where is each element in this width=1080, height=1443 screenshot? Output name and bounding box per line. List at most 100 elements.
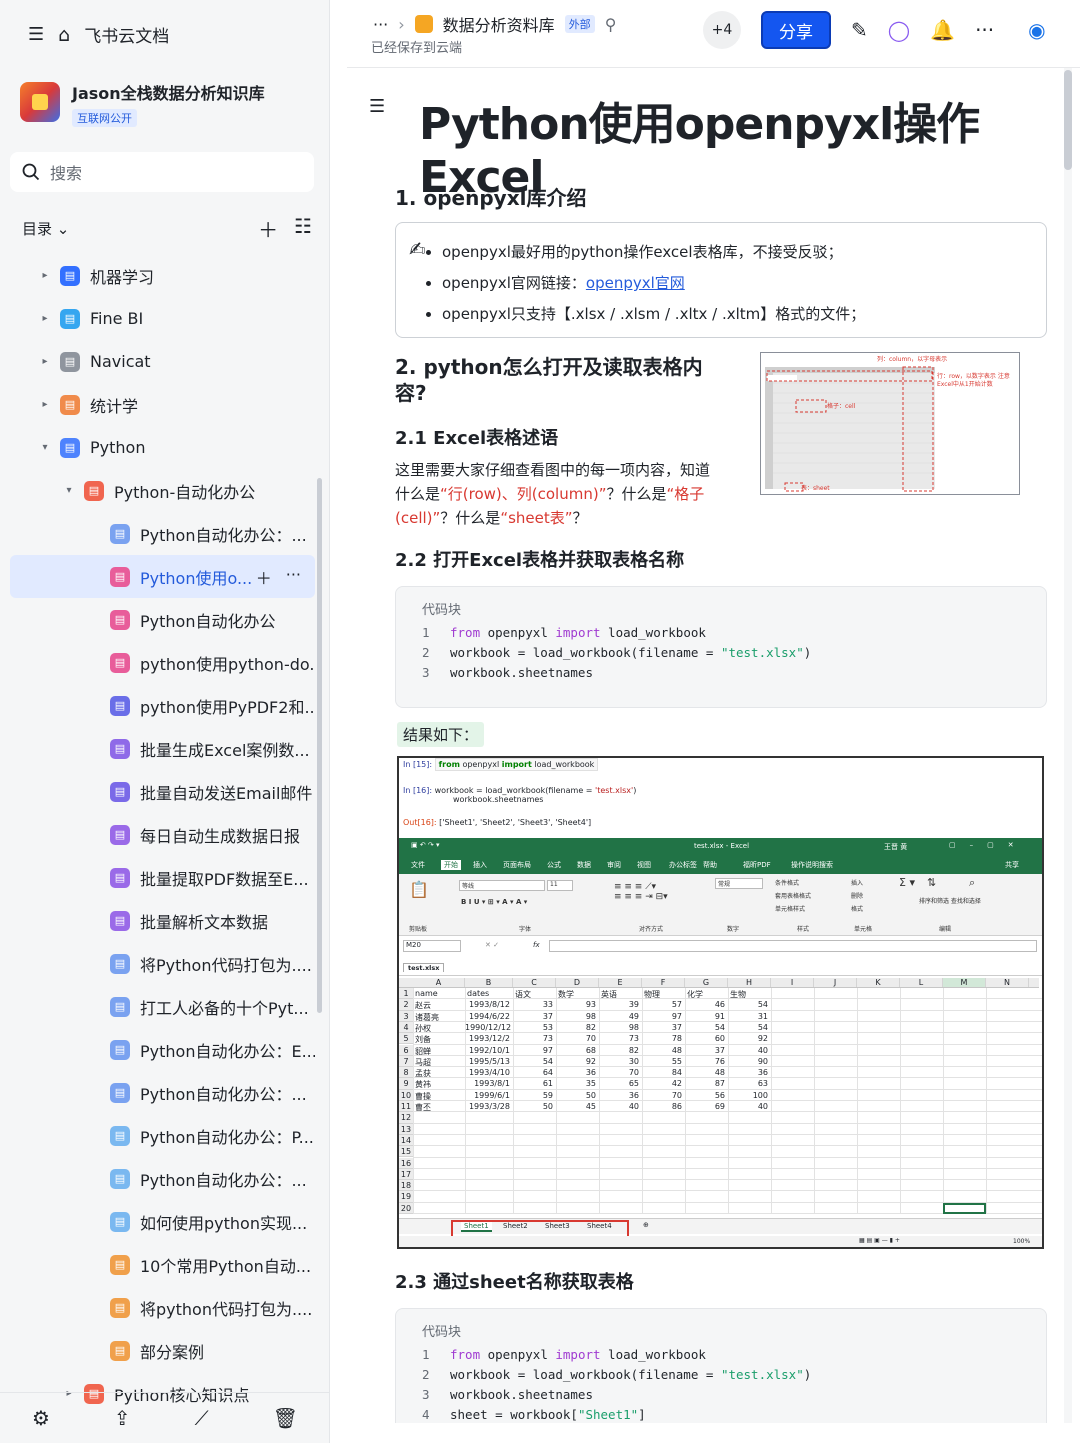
sheet-tab[interactable]: Sheet4 xyxy=(587,1222,612,1230)
excel-menu-item[interactable]: 插入 xyxy=(473,860,487,870)
tree-item[interactable]: ▤ 如何使用python实现... xyxy=(10,1200,315,1243)
data-cell[interactable]: 1993/8/12 xyxy=(465,1000,510,1009)
data-cell[interactable]: 92 xyxy=(556,1057,596,1066)
formula-input[interactable] xyxy=(549,940,1037,952)
data-cell[interactable]: 1995/5/13 xyxy=(465,1057,510,1066)
header-cell[interactable]: 数学 xyxy=(558,989,574,1000)
tree-item[interactable]: ▤ Python自动化办公：... xyxy=(10,512,315,555)
data-cell[interactable]: 65 xyxy=(599,1079,639,1088)
tree-item[interactable]: ▸ ▤ 统计学 xyxy=(10,383,315,426)
find-icon[interactable]: ⌕ xyxy=(969,876,975,890)
data-cell[interactable]: 54 xyxy=(728,1023,768,1032)
expand-arrow-icon[interactable]: ▾ xyxy=(38,442,52,453)
expand-arrow-icon[interactable]: ▾ xyxy=(62,485,76,496)
font-name-select[interactable]: 等线 xyxy=(459,880,545,891)
style-button[interactable]: 单元格样式 xyxy=(775,904,805,913)
collapse-arrow-icon[interactable]: ▸ xyxy=(38,356,52,367)
row-header[interactable]: 4 xyxy=(399,1021,413,1034)
data-cell[interactable]: 孟获 xyxy=(415,1068,431,1079)
row-header[interactable]: 2 xyxy=(399,999,413,1011)
excel-menu-item[interactable]: 公式 xyxy=(547,860,561,870)
avatar[interactable]: ◉ xyxy=(1028,18,1045,42)
row-header[interactable]: 14 xyxy=(399,1134,413,1147)
data-cell[interactable]: 63 xyxy=(728,1079,768,1088)
data-cell[interactable]: 55 xyxy=(642,1057,682,1066)
more-breadcrumb-button[interactable]: ··· xyxy=(373,15,388,34)
formula-cancel-icon[interactable]: ✕ ✓ xyxy=(485,941,499,949)
data-cell[interactable]: 82 xyxy=(599,1046,639,1055)
add-icon[interactable]: ＋ xyxy=(258,214,278,243)
sidebar-scrollbar[interactable] xyxy=(317,478,322,1013)
data-cell[interactable]: 100 xyxy=(728,1091,768,1100)
tree-item[interactable]: ▤ 批量自动发送Email邮件 xyxy=(10,770,315,813)
header-cell[interactable]: 生物 xyxy=(730,989,746,1000)
data-cell[interactable]: 36 xyxy=(556,1068,596,1077)
edit-icon[interactable]: ✎ xyxy=(851,18,868,42)
data-cell[interactable]: 37 xyxy=(642,1023,682,1032)
collapse-sidebar-icon[interactable]: ☰ xyxy=(28,24,44,45)
tree-item[interactable]: ▤ Python自动化办公：... xyxy=(10,1157,315,1200)
doc-scroll-thumb[interactable] xyxy=(1064,70,1072,170)
data-cell[interactable]: 60 xyxy=(685,1034,725,1043)
excel-menu-item[interactable]: 福昕PDF xyxy=(743,860,771,870)
pin-icon[interactable]: ⚲ xyxy=(605,15,617,34)
sum-icon[interactable]: Σ ▾ xyxy=(899,876,915,889)
column-header[interactable]: I xyxy=(771,978,814,987)
excel-menu-item[interactable]: 页面布局 xyxy=(503,860,531,870)
data-cell[interactable]: 69 xyxy=(685,1102,725,1111)
data-cell[interactable]: 70 xyxy=(556,1034,596,1043)
column-header[interactable]: A xyxy=(413,978,465,987)
number-format-select[interactable]: 常规 xyxy=(715,878,763,889)
excel-menu-item[interactable]: 帮助 xyxy=(703,860,717,870)
data-cell[interactable]: 45 xyxy=(556,1102,596,1111)
column-header[interactable]: B xyxy=(465,978,513,987)
data-cell[interactable]: 50 xyxy=(556,1091,596,1100)
data-cell[interactable]: 1992/10/1 xyxy=(465,1046,510,1055)
row-header[interactable]: 15 xyxy=(399,1146,413,1158)
data-cell[interactable]: 87 xyxy=(685,1079,725,1088)
fx-icon[interactable]: fx xyxy=(533,941,540,949)
sheet-tab[interactable]: Sheet3 xyxy=(545,1222,570,1230)
tree-item[interactable]: ▤ Python自动化办公：... xyxy=(10,1071,315,1114)
collaborators-count[interactable]: +4 xyxy=(703,11,741,49)
sheet-tab[interactable]: Sheet1 xyxy=(461,1222,492,1232)
data-cell[interactable]: 49 xyxy=(599,1012,639,1021)
tree-item[interactable]: ▤ 每日自动生成数据日报 xyxy=(10,813,315,856)
data-cell[interactable]: 61 xyxy=(513,1079,553,1088)
row-header[interactable]: 7 xyxy=(399,1055,413,1068)
cells-button[interactable]: 删除 xyxy=(851,891,863,900)
data-cell[interactable]: 40 xyxy=(728,1046,768,1055)
row-header[interactable]: 5 xyxy=(399,1033,413,1045)
column-header[interactable]: M xyxy=(943,978,986,987)
data-cell[interactable]: 82 xyxy=(556,1023,596,1032)
data-cell[interactable]: 98 xyxy=(556,1012,596,1021)
data-cell[interactable]: 37 xyxy=(513,1012,553,1021)
view-mode-icons[interactable]: ▦ ▤ ▣ — ▮ + xyxy=(859,1237,900,1244)
data-cell[interactable]: 1999/6/1 xyxy=(465,1091,510,1100)
data-cell[interactable]: 59 xyxy=(513,1091,553,1100)
data-cell[interactable]: 48 xyxy=(642,1046,682,1055)
excel-terms-figure[interactable]: 列：column，以字母表示 行：row，以数字表示 注意Excel中从1开始计… xyxy=(760,352,1020,495)
align-icons[interactable]: ≡ ≡ ≡ ⟋▾ ≡ ≡ ≡ ⇥ ⊟▾ xyxy=(614,882,668,902)
row-header[interactable]: 17 xyxy=(399,1168,413,1181)
column-header[interactable]: E xyxy=(599,978,642,987)
home-icon[interactable]: ⌂ xyxy=(58,24,70,46)
selected-cell[interactable] xyxy=(943,1202,986,1214)
data-cell[interactable]: 黄祎 xyxy=(415,1079,431,1090)
cells-button[interactable]: 格式 xyxy=(851,904,863,913)
data-cell[interactable]: 诸葛亮 xyxy=(415,1012,439,1023)
data-cell[interactable]: 1993/4/10 xyxy=(465,1068,510,1077)
tree-item[interactable]: ▤ 批量解析文本数据 xyxy=(10,899,315,942)
data-cell[interactable]: 1993/3/28 xyxy=(465,1102,510,1111)
tree-item[interactable]: ▤ 10个常用Python自动... xyxy=(10,1243,315,1286)
font-size-select[interactable]: 11 xyxy=(547,880,573,891)
data-cell[interactable]: 36 xyxy=(599,1091,639,1100)
data-cell[interactable]: 貂蝉 xyxy=(415,1046,431,1057)
row-header[interactable]: 11 xyxy=(399,1101,413,1113)
tree-item[interactable]: ▤ 批量提取PDF数据至E... xyxy=(10,856,315,899)
tree-item[interactable]: ▤ 将Python代码打包为.... xyxy=(10,942,315,985)
paste-icon[interactable]: 📋 xyxy=(409,880,429,899)
sheet-tab[interactable]: Sheet2 xyxy=(503,1222,528,1230)
tree-item[interactable]: ▤ python使用python-do... xyxy=(10,641,315,684)
data-cell[interactable]: 1993/12/2 xyxy=(465,1034,510,1043)
